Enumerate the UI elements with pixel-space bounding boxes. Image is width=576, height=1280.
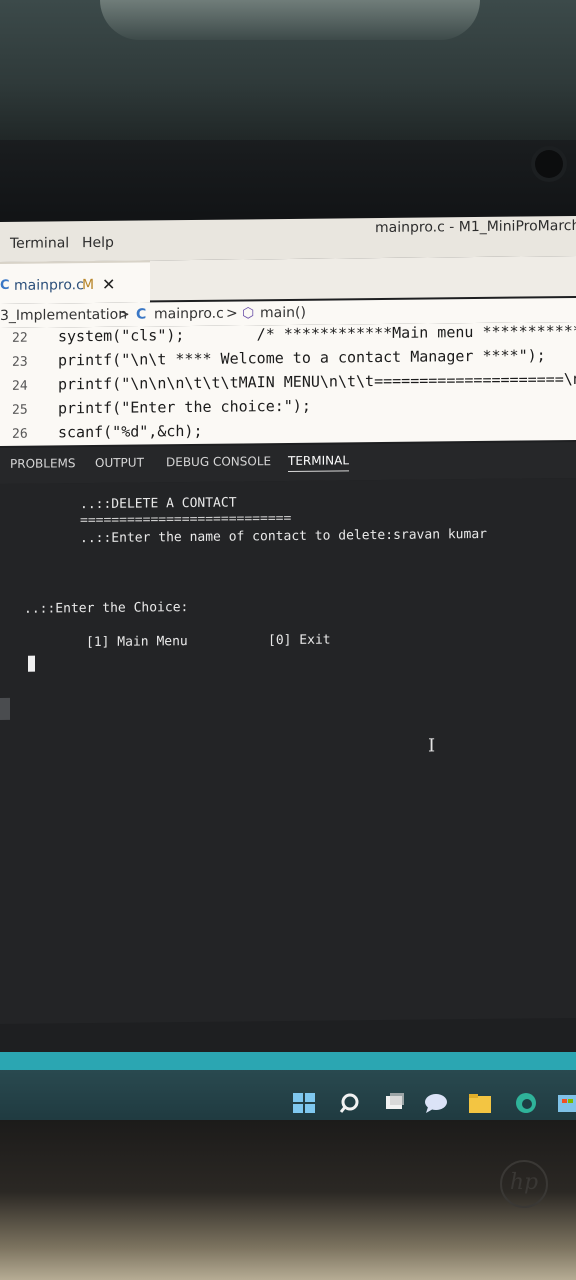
- code-text: scanf("%d",&ch);: [58, 421, 203, 442]
- line-number: 24: [12, 378, 28, 394]
- terminal-divider: ===========================: [80, 510, 292, 529]
- code-line: 24 printf("\n\n\n\t\t\tMAIN MENU\n\t\t==…: [0, 370, 576, 398]
- editor-tab-bar: C mainpro.c M ✕: [0, 255, 576, 304]
- tab-mainpro-c[interactable]: C mainpro.c M ✕: [0, 260, 150, 304]
- tab-problems[interactable]: PROBLEMS: [10, 456, 76, 471]
- code-text: printf("\n\n\n\t\t\tMAIN MENU\n\t\t=====…: [58, 369, 576, 394]
- terminal-delete-prompt: ..::Enter the name of contact to delete:…: [80, 526, 487, 547]
- line-number: 23: [12, 354, 28, 370]
- menu-terminal[interactable]: Terminal: [10, 235, 69, 252]
- chat-icon[interactable]: [424, 1092, 448, 1114]
- option-main-menu: [1] Main Menu: [86, 634, 188, 651]
- tab-output[interactable]: OUTPUT: [95, 455, 144, 470]
- windows-start-icon[interactable]: [292, 1092, 316, 1114]
- option-exit: [0] Exit: [268, 632, 331, 649]
- code-line: 26 scanf("%d",&ch);: [0, 418, 576, 446]
- breadcrumb-symbol[interactable]: main(): [260, 305, 306, 321]
- taskbar: [0, 1052, 576, 1122]
- terminal-choice-prompt: ..::Enter the Choice:: [24, 600, 189, 617]
- tab-debug-console[interactable]: DEBUG CONSOLE: [166, 454, 271, 469]
- terminal-cursor: [28, 655, 35, 672]
- taskbar-accent: [0, 1052, 576, 1070]
- edge-browser-icon[interactable]: [514, 1092, 538, 1114]
- line-number: 22: [12, 330, 28, 346]
- sidebar-strip: [0, 697, 10, 720]
- line-number: 25: [12, 402, 28, 418]
- light-glare: [100, 0, 480, 40]
- monitor-bezel: [0, 140, 576, 225]
- code-line: 25 printf("Enter the choice:");: [0, 394, 576, 422]
- panel-tabs: PROBLEMS OUTPUT DEBUG CONSOLE TERMINAL: [0, 441, 576, 484]
- file-explorer-icon[interactable]: [468, 1092, 492, 1114]
- close-icon[interactable]: ✕: [102, 275, 115, 294]
- hp-logo: hp: [500, 1160, 548, 1208]
- title-bar: Terminal Help mainpro.c - M1_MiniProMarc…: [0, 215, 576, 262]
- code-text: printf("\n\t **** Welcome to a contact M…: [58, 346, 546, 370]
- chevron-right-icon: >: [226, 305, 238, 322]
- search-icon[interactable]: [338, 1092, 362, 1114]
- menu-help[interactable]: Help: [82, 235, 114, 251]
- background-room: [0, 0, 576, 150]
- tab-terminal[interactable]: TERMINAL: [288, 453, 350, 472]
- terminal-heading: ..::DELETE A CONTACT: [80, 495, 237, 513]
- store-icon[interactable]: [556, 1092, 576, 1114]
- window-title: mainpro.c - M1_MiniProMarch_: [375, 217, 576, 237]
- laptop-body: hp: [0, 1120, 576, 1280]
- text-cursor-icon: I: [428, 735, 436, 757]
- tab-filename: mainpro.c: [14, 277, 84, 294]
- breadcrumb-folder[interactable]: 3_Implementation: [0, 307, 127, 324]
- line-number: 26: [12, 426, 28, 442]
- chevron-right-icon: >: [118, 306, 130, 323]
- c-language-icon: C: [0, 277, 10, 293]
- c-language-icon: C: [136, 306, 147, 323]
- modified-badge: M: [82, 277, 95, 294]
- code-line: 23 printf("\n\t **** Welcome to a contac…: [0, 346, 576, 374]
- breadcrumb-file[interactable]: mainpro.c: [154, 306, 224, 323]
- terminal-panel[interactable]: ..::DELETE A CONTACT ===================…: [0, 477, 576, 1025]
- cube-icon: ⬡: [242, 305, 255, 322]
- code-text: printf("Enter the choice:");: [58, 396, 311, 418]
- webcam-icon: [535, 150, 563, 178]
- screen: Terminal Help mainpro.c - M1_MiniProMarc…: [0, 215, 576, 1093]
- task-view-icon[interactable]: [382, 1092, 406, 1114]
- code-editor[interactable]: 22 system("cls"); /* ************Main me…: [0, 321, 576, 446]
